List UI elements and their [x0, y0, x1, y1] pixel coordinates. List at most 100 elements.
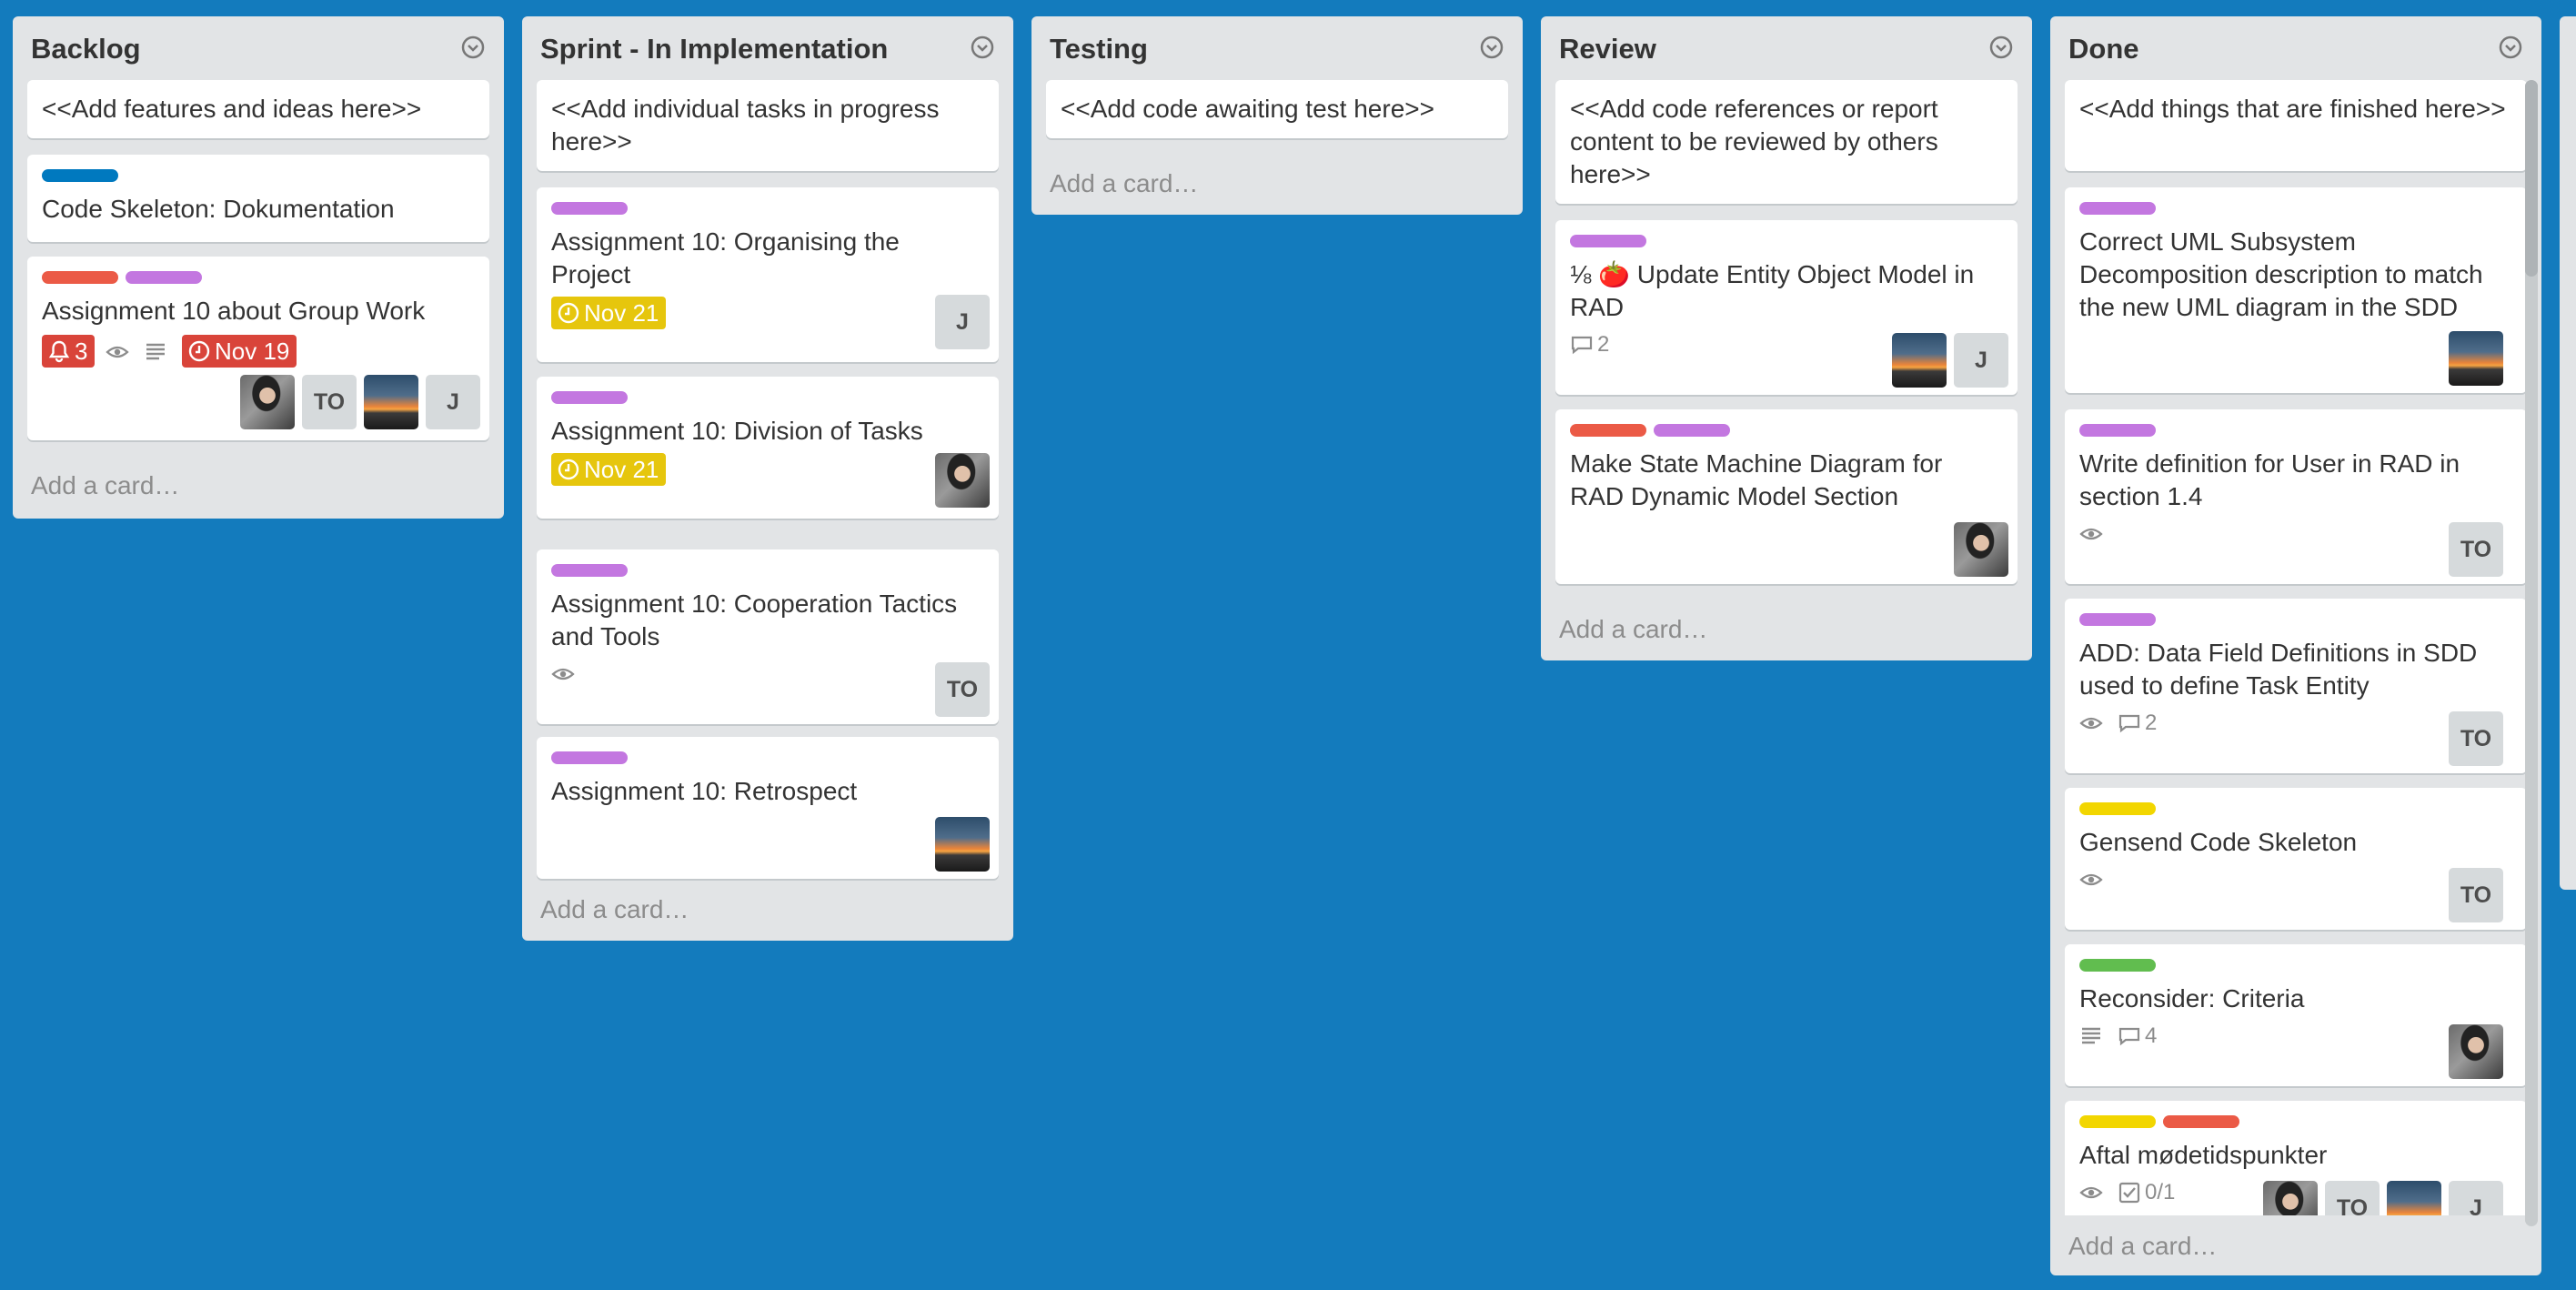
comment-count: 2	[2145, 711, 2158, 735]
board: Backlog <<Add features and ideas here>> …	[0, 0, 2576, 1290]
eye-icon	[2079, 717, 2103, 730]
label-purple	[2079, 424, 2156, 437]
comment-icon	[2118, 714, 2140, 733]
clock-icon	[558, 459, 579, 480]
card[interactable]: <<Add individual tasks in progress here>…	[537, 80, 999, 171]
avatar[interactable]	[2263, 1181, 2318, 1215]
add-card-button[interactable]: Add a card…	[2068, 1232, 2217, 1261]
card[interactable]: ⅛ 🍅 Update Entity Object Model in RAD 2 …	[1555, 220, 2018, 395]
member-initials[interactable]: TO	[2449, 711, 2503, 766]
member-initials[interactable]: J	[2449, 1181, 2503, 1215]
card-title: Gensend Code Skeleton	[2079, 828, 2358, 856]
label-red	[42, 271, 118, 284]
chevron-down-icon[interactable]	[460, 35, 486, 60]
card[interactable]: Write definition for User in RAD in sect…	[2065, 409, 2527, 584]
card[interactable]: <<Add things that are finished here>>	[2065, 80, 2527, 171]
due-date-badge: Nov 19	[182, 335, 297, 368]
member-initials[interactable]: J	[935, 295, 990, 349]
list-header: Review	[1541, 16, 2032, 78]
eye-icon	[2079, 873, 2103, 886]
card-title: <<Add features and ideas here>>	[42, 95, 422, 123]
label-purple	[2079, 613, 2156, 626]
label-purple	[551, 751, 628, 764]
member-initials[interactable]: J	[1954, 333, 2008, 388]
list-review: Review <<Add code references or report c…	[1541, 16, 2032, 660]
card-title: Correct UML Subsystem Decomposition desc…	[2079, 227, 2483, 321]
card[interactable]: Assignment 10: Division of Tasks Nov 21	[537, 377, 999, 519]
card[interactable]: Code Skeleton: Dokumentation	[27, 155, 489, 242]
add-card-button[interactable]: Add a card…	[1559, 615, 1707, 644]
description-indicator	[2079, 1023, 2103, 1050]
card-title: Assignment 10: Cooperation Tactics and T…	[551, 590, 958, 650]
list-scrollbar[interactable]	[2525, 80, 2538, 1226]
chevron-down-icon[interactable]	[970, 35, 995, 60]
member-initials[interactable]: TO	[2325, 1181, 2380, 1215]
add-card-button[interactable]: Add a card…	[540, 895, 689, 924]
comment-icon	[1571, 336, 1593, 355]
due-date-badge: Nov 21	[551, 297, 667, 329]
add-card-button[interactable]: Add a card…	[31, 471, 179, 500]
card[interactable]: <<Add code references or report content …	[1555, 80, 2018, 204]
avatar[interactable]	[935, 453, 990, 508]
watch-indicator	[2079, 1179, 2103, 1206]
card[interactable]: Gensend Code Skeleton TO	[2065, 788, 2527, 930]
list-header: Backlog	[13, 16, 504, 78]
card-title: Assignment 10: Organising the Project	[551, 227, 900, 288]
card-scroll-area[interactable]: <<Add things that are finished here>> Co…	[2050, 16, 2541, 1215]
card[interactable]: Assignment 10 about Group Work 3 Nov 19 …	[27, 257, 489, 440]
eye-icon	[551, 668, 575, 680]
checklist-count: 0/1	[2145, 1180, 2176, 1204]
description-icon	[2082, 1027, 2100, 1044]
member-initials[interactable]: J	[426, 375, 480, 429]
avatar[interactable]	[1954, 522, 2008, 577]
card[interactable]: Assignment 10: Retrospect	[537, 737, 999, 879]
member-initials[interactable]: TO	[2449, 522, 2503, 577]
card[interactable]: Reconsider: Criteria 4	[2065, 944, 2527, 1086]
watch-indicator	[106, 338, 129, 366]
card[interactable]: Make State Machine Diagram for RAD Dynam…	[1555, 409, 2018, 584]
comments-indicator: 2	[1570, 331, 1609, 358]
chevron-down-icon[interactable]	[1988, 35, 2014, 60]
due-date: Nov 21	[584, 299, 659, 327]
avatar[interactable]	[2449, 1024, 2503, 1079]
avatar[interactable]	[364, 375, 418, 429]
next-list-edge	[2560, 16, 2576, 890]
card-title: <<Add individual tasks in progress here>…	[551, 95, 940, 156]
description-icon	[146, 343, 165, 360]
watch-indicator	[2079, 710, 2103, 737]
card-title: Assignment 10 about Group Work	[42, 297, 426, 325]
member-initials[interactable]: TO	[2449, 868, 2503, 922]
card[interactable]: Correct UML Subsystem Decomposition desc…	[2065, 187, 2527, 393]
notification-count: 3	[75, 338, 88, 365]
card-title: <<Add code awaiting test here>>	[1061, 95, 1434, 123]
eye-icon	[106, 346, 129, 358]
member-initials[interactable]: TO	[302, 375, 357, 429]
card[interactable]: Assignment 10: Cooperation Tactics and T…	[537, 549, 999, 724]
avatar[interactable]	[2387, 1181, 2441, 1215]
avatar[interactable]	[2449, 331, 2503, 386]
card[interactable]: <<Add features and ideas here>>	[27, 80, 489, 138]
due-date-badge: Nov 21	[551, 453, 667, 486]
list-header: Sprint - In Implementation	[522, 16, 1013, 78]
scrollbar-thumb[interactable]	[2525, 80, 2538, 277]
comment-count: 4	[2145, 1023, 2158, 1048]
card[interactable]: Aftal mødetidspunkter 0/1 TO J	[2065, 1101, 2527, 1215]
avatar[interactable]	[935, 817, 990, 872]
list-title: Review	[1559, 33, 1656, 65]
label-red	[1570, 424, 1646, 437]
member-initials[interactable]: TO	[935, 662, 990, 717]
eye-icon	[2079, 1186, 2103, 1199]
card[interactable]: Assignment 10: Organising the Project No…	[537, 187, 999, 362]
card[interactable]: ADD: Data Field Definitions in SDD used …	[2065, 599, 2527, 773]
add-card-button[interactable]: Add a card…	[1050, 169, 1198, 198]
card[interactable]: <<Add code awaiting test here>>	[1046, 80, 1508, 138]
due-date: Nov 19	[215, 338, 290, 365]
avatar[interactable]	[1892, 333, 1947, 388]
chevron-down-icon[interactable]	[1479, 35, 1504, 60]
avatar[interactable]	[240, 375, 295, 429]
label-purple	[1654, 424, 1730, 437]
label-yellow	[2079, 1115, 2156, 1128]
label-purple	[2079, 202, 2156, 215]
label-red	[2163, 1115, 2239, 1128]
label-purple	[1570, 235, 1646, 247]
